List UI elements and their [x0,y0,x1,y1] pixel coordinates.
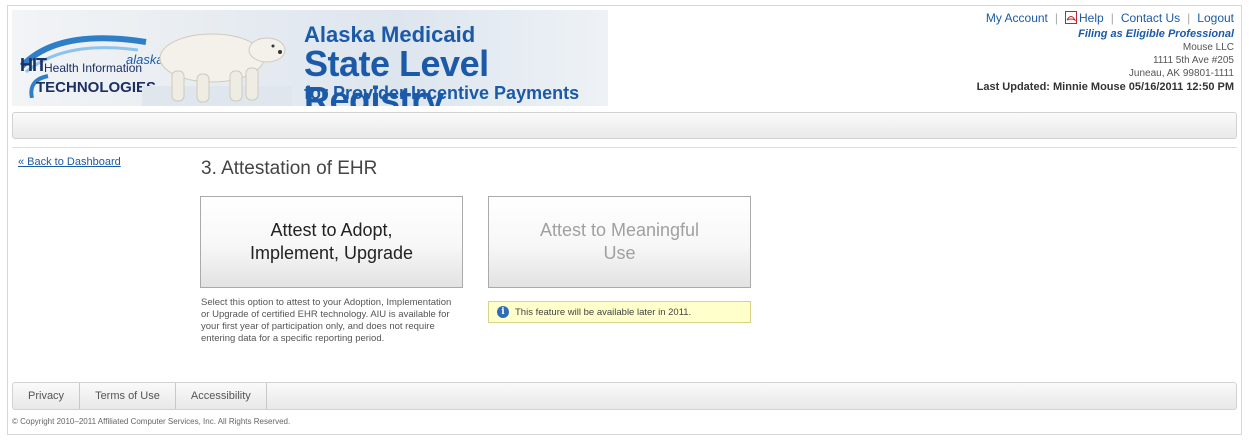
attest-mu-label: Attest to Meaningful Use [540,219,699,265]
attest-mu-line1: Attest to Meaningful [539,220,700,240]
mu-availability-notice: i This feature will be available later i… [488,301,751,323]
link-separator: | [1110,11,1114,25]
header-title-line3: for Provider Incentive Payments [304,83,580,103]
help-link[interactable]: Help [1065,11,1104,25]
footer-privacy-link[interactable]: Privacy [13,383,81,409]
logout-link[interactable]: Logout [1197,11,1234,25]
last-updated: Last Updated: Minnie Mouse 05/16/2011 12… [976,81,1234,93]
pdf-icon [1065,11,1077,24]
nav-bar [12,112,1237,139]
account-name: Mouse LLC [1182,42,1234,53]
account-address2: Juneau, AK 99801-1111 [1128,68,1234,79]
page-title: 3. Attestation of EHR [201,158,378,179]
footer-terms-link[interactable]: Terms of Use [80,383,176,409]
logo-technologies-text: TECHNOLOGIES [36,79,157,96]
copyright-text: © Copyright 2010–2011 Affiliated Compute… [12,417,291,426]
link-separator: | [1054,11,1058,25]
header-banner: HIT Health Information alaska TECHNOLOGI… [12,10,608,106]
attest-mu-line2: Use [603,243,636,263]
footer-bar: Privacy Terms of Use Accessibility [12,382,1237,410]
account-address1: 1111 5th Ave #205 [1152,55,1234,66]
account-info: Filing as Eligible Professional Mouse LL… [977,28,1234,94]
my-account-link[interactable]: My Account [986,11,1048,25]
top-links: My Account | Help | Contact Us | Logout [986,11,1234,25]
back-to-dashboard-link[interactable]: « Back to Dashboard [18,156,121,168]
divider [12,147,1237,148]
attest-meaningful-use-button: Attest to Meaningful Use [488,196,751,288]
attest-adopt-button[interactable]: Attest to Adopt, Implement, Upgrade [200,196,463,288]
info-icon: i [497,306,509,318]
contact-us-link[interactable]: Contact Us [1121,11,1180,25]
link-separator: | [1187,11,1191,25]
attest-adopt-label: Attest to Adopt, Implement, Upgrade [250,219,413,265]
adopt-description: Select this option to attest to your Ado… [201,297,452,344]
help-link-label: Help [1079,11,1104,25]
footer-accessibility-link[interactable]: Accessibility [176,383,267,409]
attest-adopt-line2: Implement, Upgrade [249,243,414,263]
logo-hit-text: HIT [20,55,47,75]
attest-adopt-line1: Attest to Adopt, [270,220,393,240]
polar-bear-image [142,33,292,106]
filing-as-label: Filing as Eligible Professional [1078,28,1234,40]
mu-notice-text: This feature will be available later in … [515,306,692,318]
